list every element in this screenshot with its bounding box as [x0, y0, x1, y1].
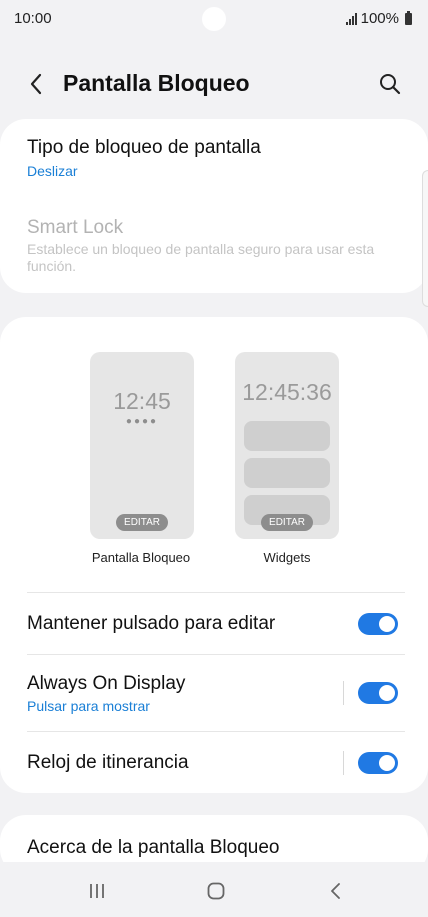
- battery-icon: [405, 10, 412, 25]
- setting-row-roaming-clock[interactable]: Reloj de itinerancia: [0, 732, 428, 793]
- setting-title: Always On Display: [27, 673, 186, 694]
- lock-type-row[interactable]: Tipo de bloqueo de pantalla Deslizar: [0, 119, 428, 199]
- vertical-separator: [343, 681, 344, 705]
- setting-title: Reloj de itinerancia: [27, 752, 189, 773]
- recents-icon: [90, 884, 104, 898]
- home-button[interactable]: [201, 878, 231, 904]
- widget-placeholder: [244, 421, 330, 451]
- widgets-preview-label: Widgets: [263, 550, 311, 565]
- widgets-preview[interactable]: 12:45:36 EDITAR: [235, 352, 339, 539]
- home-icon: [207, 882, 225, 900]
- toggle-knob: [379, 755, 395, 771]
- toggle-knob: [379, 685, 395, 701]
- edit-lockscreen-button[interactable]: EDITAR: [116, 514, 168, 531]
- about-title: Acerca de la pantalla Bloqueo: [27, 837, 280, 858]
- signal-icon: [345, 12, 357, 25]
- toggle-knob: [379, 616, 395, 632]
- pin-dots: ●●●●: [125, 416, 159, 427]
- battery-percent: 100%: [360, 10, 399, 27]
- page-title: Pantalla Bloqueo: [63, 70, 250, 96]
- lockscreen-preview[interactable]: 12:45 ●●●● EDITAR: [90, 352, 194, 539]
- preview-clock: 12:45: [113, 388, 171, 414]
- app-bar: Pantalla Bloqueo: [0, 58, 428, 110]
- recents-button[interactable]: [82, 878, 112, 904]
- smart-lock-row: Smart Lock Establece un bloqueo de panta…: [0, 203, 428, 293]
- widgets-clock: 12:45:36: [242, 379, 332, 405]
- setting-subtitle: Pulsar para mostrar: [27, 698, 150, 714]
- setting-title: Mantener pulsado para editar: [27, 613, 276, 634]
- back-nav-button[interactable]: [321, 878, 351, 904]
- lock-type-title: Tipo de bloqueo de pantalla: [27, 137, 261, 158]
- hold-to-edit-toggle[interactable]: [358, 613, 398, 635]
- scrollbar[interactable]: [422, 170, 428, 307]
- widget-placeholder: [244, 458, 330, 488]
- roaming-clock-toggle[interactable]: [358, 752, 398, 774]
- lockscreen-settings-card: 12:45 ●●●● EDITAR Pantalla Bloqueo 12:45…: [0, 317, 428, 793]
- lock-type-value: Deslizar: [27, 163, 78, 179]
- smart-lock-title: Smart Lock: [27, 217, 124, 238]
- lockscreen-preview-label: Pantalla Bloqueo: [91, 550, 191, 565]
- camera-cutout: [202, 7, 226, 31]
- setting-row-hold-to-edit[interactable]: Mantener pulsado para editar: [0, 593, 428, 654]
- status-bar: 10:00 100%: [0, 0, 428, 38]
- always-on-display-toggle[interactable]: [358, 682, 398, 704]
- navigation-bar: [0, 862, 428, 917]
- back-nav-icon: [331, 883, 340, 899]
- security-card: Tipo de bloqueo de pantalla Deslizar Sma…: [0, 119, 428, 293]
- setting-row-always-on-display[interactable]: Always On Display Pulsar para mostrar: [0, 655, 428, 731]
- back-button[interactable]: [20, 68, 52, 100]
- back-arrow-icon: [30, 73, 42, 95]
- search-icon: [380, 74, 401, 95]
- search-button[interactable]: [374, 68, 406, 100]
- edit-widgets-button[interactable]: EDITAR: [261, 514, 313, 531]
- vertical-separator: [343, 751, 344, 775]
- status-indicators: 100%: [345, 10, 412, 27]
- status-time: 10:00: [14, 10, 52, 27]
- smart-lock-description: Establece un bloqueo de pantalla seguro …: [27, 241, 375, 274]
